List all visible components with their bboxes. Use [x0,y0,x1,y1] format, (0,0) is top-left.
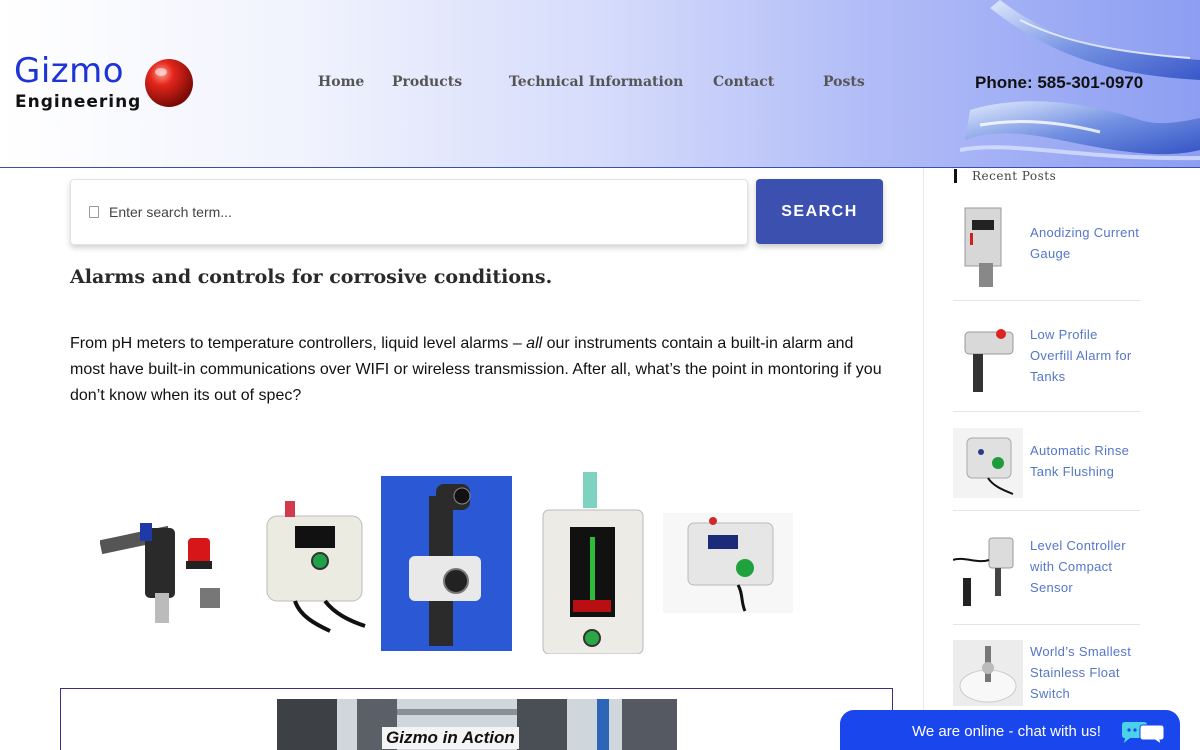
chat-icon [1122,722,1165,745]
intro-paragraph: From pH meters to temperature controller… [70,331,885,409]
sidebar-title: Recent Posts [972,169,1057,183]
nav-home[interactable]: Home [318,74,364,90]
intro-text-start: From pH meters to temperature controller… [70,335,527,352]
post-title[interactable]: Low Profile Overfill Alarm for Tanks [1030,324,1140,387]
recent-post-item[interactable]: World’s Smallest Stainless Float Switch [953,640,1140,710]
post-title[interactable]: World’s Smallest Stainless Float Switch [1030,641,1140,704]
logo-wordmark: Gizmo [14,51,125,91]
product-image-level-controller[interactable] [535,472,650,654]
chat-label: We are online - chat with us! [912,723,1101,740]
nav-posts[interactable]: Posts [823,74,865,90]
chat-widget-button[interactable]: We are online - chat with us! [840,710,1180,750]
post-thumbnail [953,320,1023,392]
phone-number[interactable]: Phone: 585-301-0970 [975,73,1143,93]
intro-text-emphasis: all [526,335,543,352]
sidebar-divider [923,168,924,750]
search-icon [89,206,99,218]
recent-post-item[interactable]: Level Controller with Compact Sensor [953,527,1140,625]
nav-products[interactable]: Products [392,74,462,90]
nav-contact[interactable]: Contact [713,74,774,90]
product-gallery [95,468,795,658]
recent-post-item[interactable]: Low Profile Overfill Alarm for Tanks [953,317,1140,412]
video-thumbnail[interactable]: Gizmo in Action [277,699,677,750]
post-title[interactable]: Level Controller with Compact Sensor [1030,535,1140,598]
post-thumbnail [953,205,1023,287]
post-thumbnail [953,640,1023,706]
product-image-controller-box[interactable] [245,496,370,633]
site-header: Gizmo Engineering Home Products Technica… [0,0,1200,168]
site-logo[interactable]: Gizmo Engineering [14,52,204,116]
sidebar-title-accent [954,169,957,183]
post-title[interactable]: Automatic Rinse Tank Flushing [1030,440,1140,482]
search-input[interactable]: Enter search term... [70,179,748,245]
product-image-float-alarm[interactable] [663,513,793,613]
product-image-probe-alarm[interactable] [100,493,225,628]
video-caption: Gizmo in Action [382,727,519,749]
post-thumbnail [953,530,1023,608]
search-button[interactable]: SEARCH [756,179,883,244]
recent-post-item[interactable]: Anodizing Current Gauge [953,205,1140,301]
logo-ball-icon [145,59,193,107]
search-placeholder: Enter search term... [109,204,232,220]
page-heading: Alarms and controls for corrosive condit… [70,266,553,288]
logo-subtitle: Engineering [15,92,142,112]
post-thumbnail [953,428,1023,498]
recent-post-item[interactable]: Automatic Rinse Tank Flushing [953,428,1140,511]
nav-technical-information[interactable]: Technical Information [509,74,683,90]
post-title[interactable]: Anodizing Current Gauge [1030,222,1140,264]
product-image-level-sensor[interactable] [381,476,512,651]
